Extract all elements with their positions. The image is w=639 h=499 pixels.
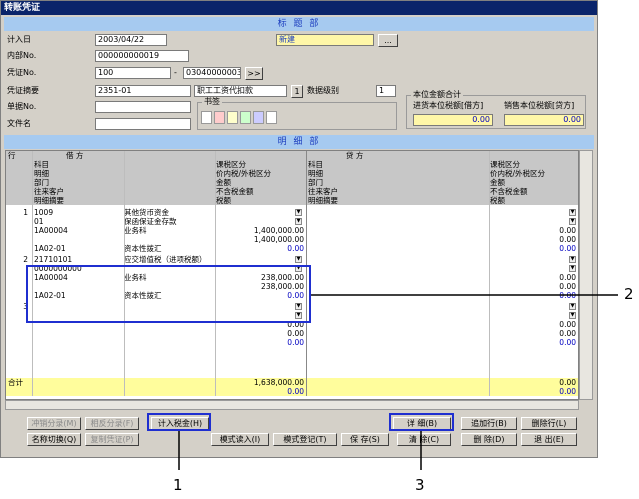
callout-3: 3 (415, 476, 425, 494)
callout-2: 2 (624, 285, 634, 303)
callout-1: 1 (173, 476, 183, 494)
callout-lines (178, 294, 618, 470)
